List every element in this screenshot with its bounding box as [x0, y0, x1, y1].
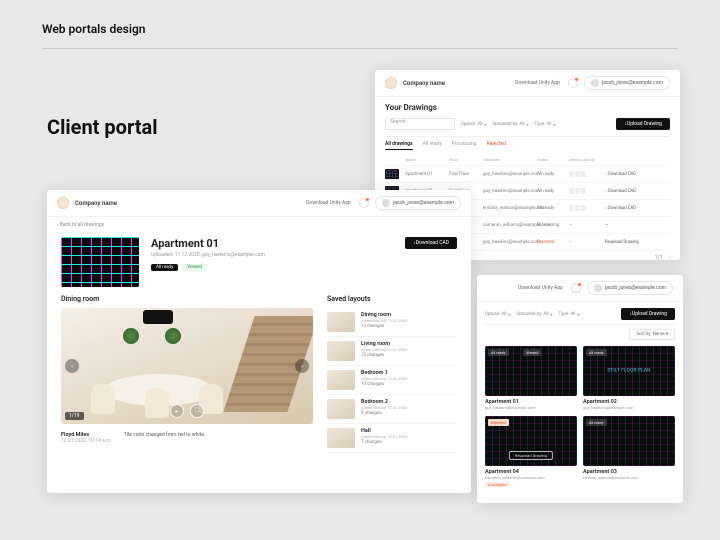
user-email: jacob_jones@example.com — [393, 200, 454, 206]
tab-rejected[interactable]: Rejected — [487, 141, 506, 150]
th-layouts: Saved Layouts — [569, 157, 601, 162]
company-name: Company name — [403, 80, 445, 87]
user-menu[interactable]: jacob_jones@example.com — [584, 76, 670, 90]
photo-counter: 1/19 — [65, 412, 84, 420]
layout-item[interactable]: Dining roomArlene McCoy, 12.01.202013 ch… — [327, 308, 457, 337]
table-row[interactable]: Apartment 01First Floorguy_hawkins@examp… — [385, 166, 670, 183]
filter-uploader[interactable]: Uploaded by: All — [492, 122, 528, 127]
page-next[interactable]: › — [668, 255, 670, 261]
layout-item[interactable]: Bedroom 2Arlene McCoy, 12.01.20209 chang… — [327, 395, 457, 424]
drawing-thumb — [385, 169, 399, 179]
page-header: Web portals design — [42, 22, 145, 36]
layout-item[interactable]: Living roomArlene McCoy, 12.01.202012 ch… — [327, 337, 457, 366]
download-app-link[interactable]: Download Unity App — [518, 285, 563, 291]
drawing-meta: Uploaded: 11.12.2020, guy_hawkins@exampl… — [151, 252, 265, 258]
section-title: Client portal — [47, 115, 158, 139]
notifications-icon[interactable] — [571, 283, 581, 293]
cad-preview[interactable] — [61, 237, 139, 287]
drawing-card[interactable]: All readyViewed Apartment 01guy_hawkins@… — [485, 346, 577, 410]
drawing-card[interactable]: All readySTILT FLOOR PLAN Apartment 02gu… — [583, 346, 675, 410]
tab-all[interactable]: All drawings — [385, 141, 413, 150]
status-badge-viewed: Viewed — [182, 264, 207, 271]
download-cad-button[interactable]: Download CAD — [405, 237, 457, 249]
filter-uploader[interactable]: Uploaded by: All — [516, 312, 552, 317]
company-name: Company name — [75, 200, 117, 207]
progress-badge: In progress — [485, 482, 510, 487]
upload-drawing-button[interactable]: Upload Drawing — [616, 118, 670, 130]
th-uploaded: Uploaded — [483, 157, 533, 162]
notifications-icon[interactable] — [568, 78, 578, 88]
comment-text: Tile color changed from red to white. — [124, 432, 205, 444]
drawing-card[interactable]: All ready Apartment 03kristina_watson@ex… — [583, 416, 675, 488]
search-input[interactable]: Search — [385, 118, 455, 130]
sort-select[interactable]: Sort by: Name ▾ — [629, 329, 675, 340]
filter-type[interactable]: Type: All — [535, 122, 556, 127]
topbar: Company name Download Unity App jacob_jo… — [375, 70, 680, 97]
reupload-button[interactable]: Reupload Drawing — [509, 451, 553, 460]
layout-item[interactable]: Bedroom 1Arlene McCoy, 12.01.202010 chan… — [327, 366, 457, 395]
drawings-grid-panel: Download Unity App jacob_jones@example.c… — [477, 275, 683, 503]
user-email: jacob_jones@example.com — [602, 80, 663, 86]
th-status: Status — [537, 157, 565, 162]
filter-upload[interactable]: Upload: All — [485, 312, 510, 317]
header-divider — [42, 48, 678, 49]
drawing-detail-panel: Company name Download Unity App jacob_jo… — [47, 190, 471, 493]
upload-drawing-button[interactable]: Upload Drawing — [621, 308, 675, 320]
reupload-link[interactable]: Reupload Drawing — [605, 240, 645, 245]
tab-ready[interactable]: All ready — [423, 141, 442, 150]
tab-processing[interactable]: Processing — [452, 141, 477, 150]
logo-icon — [57, 197, 69, 209]
comment: Floyd Miles12.01.2020, 10:14 a.m. Tile c… — [61, 432, 313, 444]
filter-type[interactable]: Type: All — [559, 312, 580, 317]
download-app-link[interactable]: Download Unity App — [306, 200, 351, 206]
user-menu[interactable]: jacob_jones@example.com — [587, 281, 673, 295]
user-email: jacob_jones@example.com — [605, 285, 666, 291]
layouts-thumbs — [569, 171, 601, 177]
room-photo[interactable]: ‹ › 1/19 ▸ ⛶ — [61, 308, 313, 424]
status-tabs: All drawings All ready Processing Reject… — [385, 141, 670, 150]
avatar-icon — [591, 79, 599, 87]
filter-upload[interactable]: Upload: All — [461, 122, 486, 127]
page-label: 1/1 — [655, 255, 663, 261]
expand-icon[interactable]: ⛶ — [190, 404, 204, 418]
logo-icon — [385, 77, 397, 89]
photo-prev[interactable]: ‹ — [65, 359, 79, 373]
th-floor: Floor — [449, 157, 479, 162]
notifications-icon[interactable] — [359, 198, 369, 208]
drawing-title: Apartment 01 — [151, 237, 265, 250]
comment-time: 12.01.2020, 10:14 a.m. — [61, 438, 112, 444]
user-menu[interactable]: jacob_jones@example.com — [375, 196, 461, 210]
room-title: Dining room — [61, 295, 313, 303]
th-name: Name — [405, 157, 445, 162]
download-cad-link[interactable]: ↓ Download CAD — [605, 188, 645, 194]
download-app-link[interactable]: Download Unity App — [515, 80, 560, 86]
status-badge-ready: All ready — [151, 264, 178, 271]
layout-item[interactable]: HallArlene McCoy, 12.01.20207 changes — [327, 424, 457, 453]
play-icon[interactable]: ▸ — [170, 404, 184, 418]
drawing-card[interactable]: RejectedReupload Drawing Apartment 04cam… — [485, 416, 577, 488]
download-cad-link[interactable]: ↓ Download CAD — [605, 205, 645, 211]
list-title: Your Drawings — [385, 103, 670, 112]
download-cad-link[interactable]: ↓ Download CAD — [605, 171, 645, 177]
back-link[interactable]: Back to all drawings — [47, 217, 471, 233]
photo-next[interactable]: › — [295, 359, 309, 373]
saved-layouts-title: Saved layouts — [327, 295, 457, 303]
